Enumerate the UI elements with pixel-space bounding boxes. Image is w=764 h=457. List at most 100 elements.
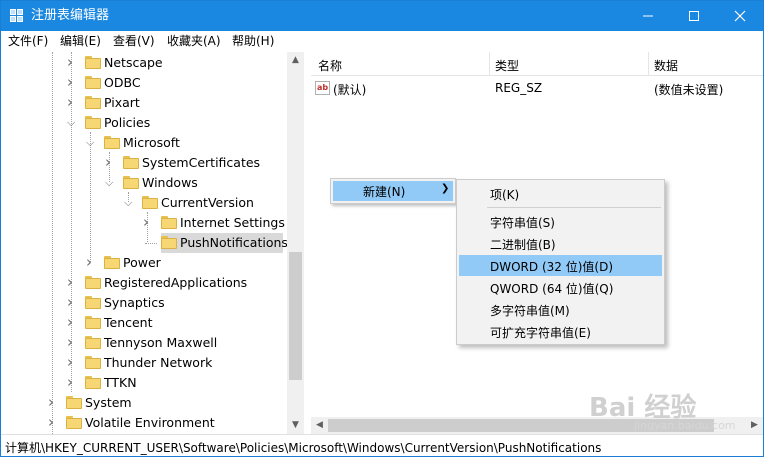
chevron-right-icon[interactable]: › — [67, 93, 77, 113]
table-row[interactable]: ab (默认) REG_SZ (数值未设置) — [311, 78, 763, 98]
column-separator — [648, 52, 649, 76]
scroll-up-icon[interactable]: ▲ — [287, 52, 304, 69]
menu-separator — [487, 207, 661, 208]
scroll-down-icon[interactable]: ▼ — [287, 417, 304, 434]
tree-item-netscape[interactable]: › Netscape — [1, 53, 286, 73]
folder-icon — [85, 296, 101, 309]
registry-path: 计算机\HKEY_CURRENT_USER\Software\Policies\… — [5, 441, 602, 455]
submenu-item-label: 可扩充字符串值(E) — [490, 326, 591, 340]
tree-item-label: PushNotifications — [180, 235, 288, 250]
tree-item-odbc[interactable]: › ODBC — [1, 73, 286, 93]
baidu-watermark-url: jingyan.baidu.com — [634, 419, 736, 432]
folder-icon — [85, 336, 101, 349]
menu-favorites[interactable]: 收藏夹(A) — [167, 34, 221, 49]
tree-item-label: Internet Settings — [180, 215, 285, 230]
submenu-item-key[interactable]: 项(K) — [459, 183, 662, 204]
chevron-right-icon[interactable]: › — [67, 273, 77, 293]
tree-item-microsoft[interactable]: ⌵ Microsoft — [1, 133, 286, 153]
menu-file[interactable]: 文件(F) — [8, 34, 48, 49]
tree-item-label: Windows — [142, 175, 198, 190]
tree-item-synaptics[interactable]: › Synaptics — [1, 293, 286, 313]
tree-scrollbar[interactable]: ▲ ▼ — [287, 52, 304, 434]
tree-item-system[interactable]: › System — [1, 393, 286, 413]
tree-item-tennyson-maxwell[interactable]: › Tennyson Maxwell — [1, 333, 286, 353]
chevron-down-icon[interactable]: ⌵ — [86, 133, 96, 153]
chevron-right-icon[interactable]: › — [67, 313, 77, 333]
chevron-right-icon[interactable]: › — [67, 293, 77, 313]
submenu-item-qword[interactable]: QWORD (64 位)值(Q) — [459, 277, 662, 298]
tree-scroll-thumb[interactable] — [289, 252, 302, 380]
chevron-down-icon[interactable]: ⌵ — [67, 113, 77, 133]
submenu-item-string[interactable]: 字符串值(S) — [459, 211, 662, 232]
chevron-down-icon[interactable]: ⌵ — [124, 193, 134, 213]
minimize-button[interactable] — [625, 1, 671, 31]
chevron-right-icon[interactable]: › — [67, 373, 77, 393]
chevron-right-icon[interactable]: › — [67, 53, 77, 73]
column-separator — [489, 52, 490, 76]
submenu-item-dword[interactable]: DWORD (32 位)值(D) — [459, 255, 662, 276]
close-button[interactable] — [717, 1, 763, 31]
menu-edit[interactable]: 编辑(E) — [60, 34, 101, 49]
tree-item-currentversion[interactable]: ⌵ CurrentVersion — [1, 193, 286, 213]
context-menu: 新建(N) ❯ — [330, 178, 456, 204]
column-name[interactable]: 名称 — [318, 57, 342, 74]
folder-icon — [123, 176, 139, 189]
menu-view[interactable]: 查看(V) — [113, 34, 155, 49]
folder-icon — [66, 396, 82, 409]
title-bar[interactable]: 注册表编辑器 — [1, 1, 763, 31]
tree-item-windows[interactable]: ⌵ Windows — [1, 173, 286, 193]
column-data[interactable]: 数据 — [654, 57, 678, 74]
submenu-item-label: 多字符串值(M) — [490, 304, 570, 318]
chevron-right-icon[interactable]: › — [67, 353, 77, 373]
tree-item-power[interactable]: › Power — [1, 253, 286, 273]
tree-item-internet-settings[interactable]: › Internet Settings — [1, 213, 286, 233]
folder-icon — [104, 256, 120, 269]
tree-item-policies[interactable]: ⌵ Policies — [1, 113, 286, 133]
tree-item-label: Policies — [104, 115, 151, 130]
scroll-right-icon[interactable]: ▶ — [746, 417, 763, 434]
tree-item-pushnotifications[interactable]: PushNotifications — [1, 233, 288, 253]
tree-item-tencent[interactable]: › Tencent — [1, 313, 286, 333]
chevron-right-icon[interactable]: › — [67, 333, 77, 353]
tree-item-thunder-network[interactable]: › Thunder Network — [1, 353, 286, 373]
submenu-arrow-icon: ❯ — [441, 183, 450, 194]
maximize-button[interactable] — [671, 1, 717, 31]
chevron-right-icon[interactable]: › — [48, 413, 58, 433]
chevron-right-icon[interactable]: › — [143, 213, 153, 233]
column-type[interactable]: 类型 — [495, 57, 519, 74]
chevron-right-icon[interactable]: › — [67, 73, 77, 93]
chevron-right-icon[interactable]: › — [48, 393, 58, 413]
tree-item-label: Tencent — [104, 315, 153, 330]
window-title: 注册表编辑器 — [31, 8, 110, 23]
chevron-right-icon[interactable]: › — [105, 153, 115, 173]
tree-item-ttkn[interactable]: › TTKN — [1, 373, 286, 393]
list-header: 名称 类型 数据 — [311, 52, 763, 76]
tree-item-registeredapplications[interactable]: › RegisteredApplications — [1, 273, 286, 293]
submenu-item-binary[interactable]: 二进制值(B) — [459, 233, 662, 254]
folder-icon — [85, 116, 101, 129]
submenu-item-multi-string[interactable]: 多字符串值(M) — [459, 299, 662, 320]
tree-item-volatile-environment[interactable]: › Volatile Environment — [1, 413, 286, 433]
tree-item-label: ODBC — [104, 75, 141, 90]
tree-item-label: TTKN — [104, 375, 137, 390]
value-type: REG_SZ — [495, 81, 543, 95]
submenu-item-expandable-string[interactable]: 可扩充字符串值(E) — [459, 321, 662, 342]
chevron-down-icon[interactable]: ⌵ — [105, 173, 115, 193]
scroll-left-icon[interactable]: ◀ — [311, 417, 328, 434]
folder-icon — [85, 356, 101, 369]
tree-item-label: SystemCertificates — [142, 155, 261, 170]
menu-item-new-label: 新建(N) — [363, 185, 406, 199]
menu-help[interactable]: 帮助(H) — [232, 34, 274, 49]
tree-item-pixart[interactable]: › Pixart — [1, 93, 286, 113]
tree-item-label: Volatile Environment — [85, 415, 215, 430]
status-bar: 计算机\HKEY_CURRENT_USER\Software\Policies\… — [1, 434, 763, 456]
tree-item-label: Synaptics — [104, 295, 165, 310]
registry-tree[interactable]: › Netscape › ODBC › Pixart ⌵ Policies ⌵ Microsoft… — [1, 52, 304, 434]
tree-item-label: RegisteredApplications — [104, 275, 248, 290]
tree-item-systemcertificates[interactable]: › SystemCertificates — [1, 153, 286, 173]
tree-item-label: Netscape — [104, 55, 163, 70]
maximize-icon — [689, 11, 699, 21]
submenu-item-label: QWORD (64 位)值(Q) — [490, 282, 614, 296]
chevron-right-icon[interactable]: › — [86, 253, 96, 273]
minimize-icon — [643, 15, 653, 17]
